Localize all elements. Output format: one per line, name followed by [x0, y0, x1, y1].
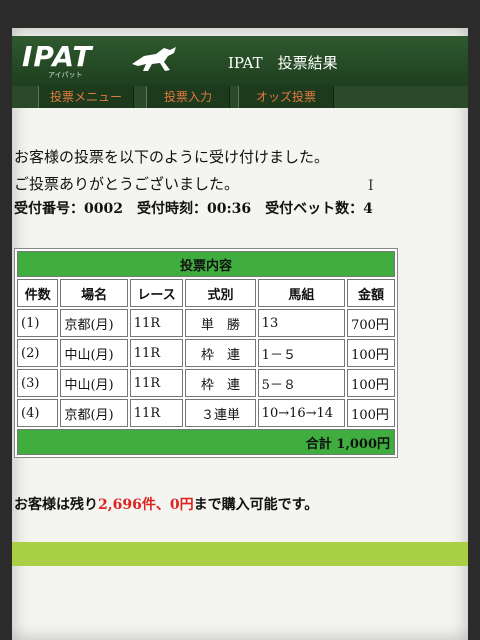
row-amount: 100円: [347, 399, 395, 427]
row-count: (1): [17, 309, 59, 337]
nav-bar: 投票メニュー 投票入力 オッズ投票: [12, 86, 468, 108]
row-count: (2): [17, 339, 59, 367]
row-race: 11R: [129, 399, 184, 427]
footer-bar: [12, 542, 468, 566]
row-race: 11R: [129, 309, 184, 337]
ticket-table: 投票内容 件数 場名 レース 式別 馬組 金額 (1) 京都(月) 11R 単 …: [14, 248, 398, 458]
thanks-message: ご投票ありがとうございました。: [14, 175, 240, 193]
row-combo: 1－５: [257, 339, 346, 367]
header-amount: 金額: [347, 279, 395, 307]
row-venue: 中山(月): [60, 369, 128, 397]
row-count: (3): [17, 369, 59, 397]
nav-vote-menu[interactable]: 投票メニュー: [38, 86, 134, 108]
row-combo: 10→16→14: [257, 399, 346, 427]
remaining-count: 2,696件、0円: [98, 497, 194, 513]
row-race: 11R: [129, 369, 184, 397]
screen: IPAT アイパット IPAT 投票結果 投票メニュー 投票入力 オッズ投票 お…: [12, 28, 468, 640]
row-amount: 700円: [347, 309, 395, 337]
row-amount: 100円: [347, 339, 395, 367]
receipt-info: 受付番号：0002 受付時刻：00:36 受付ベット数：4: [14, 201, 373, 217]
remaining-suffix: まで購入可能です。: [193, 497, 319, 513]
ipat-logo-subtitle: アイパット: [48, 71, 83, 79]
row-combo: 5－８: [257, 369, 346, 397]
table-total: 合計 1,000円: [17, 429, 395, 455]
header-bar: IPAT アイパット IPAT 投票結果: [12, 36, 468, 86]
table-title: 投票内容: [17, 251, 395, 277]
table-row: (2) 中山(月) 11R 枠 連 1－５ 100円: [17, 339, 395, 367]
row-count: (4): [17, 399, 59, 427]
remaining-purchase-message: お客様は残り2,696件、0円まで購入可能です。: [14, 494, 318, 514]
ipat-logo: IPAT: [22, 40, 93, 73]
accept-message: お客様の投票を以下のように受け付けました。: [14, 148, 330, 166]
row-race: 11R: [129, 339, 184, 367]
header-venue: 場名: [60, 279, 128, 307]
nav-odds-vote[interactable]: オッズ投票: [238, 86, 334, 108]
text-cursor-icon: I: [368, 178, 374, 194]
row-type: 枠 連: [185, 339, 256, 367]
header-race: レース: [129, 279, 184, 307]
horse-logo-icon: [132, 47, 176, 71]
row-type: 単 勝: [185, 309, 256, 337]
row-venue: 京都(月): [60, 399, 128, 427]
table-row: (3) 中山(月) 11R 枠 連 5－８ 100円: [17, 369, 395, 397]
header-count: 件数: [17, 279, 59, 307]
page-title: IPAT 投票結果: [228, 54, 338, 72]
row-type: ３連単: [185, 399, 256, 427]
row-type: 枠 連: [185, 369, 256, 397]
header-combo: 馬組: [257, 279, 346, 307]
row-combo: 13: [257, 309, 346, 337]
table-row: (1) 京都(月) 11R 単 勝 13 700円: [17, 309, 395, 337]
table-row: (4) 京都(月) 11R ３連単 10→16→14 100円: [17, 399, 395, 427]
remaining-prefix: お客様は残り: [14, 497, 98, 513]
row-amount: 100円: [347, 369, 395, 397]
row-venue: 中山(月): [60, 339, 128, 367]
nav-vote-input[interactable]: 投票入力: [146, 86, 230, 108]
header-type: 式別: [185, 279, 256, 307]
row-venue: 京都(月): [60, 309, 128, 337]
